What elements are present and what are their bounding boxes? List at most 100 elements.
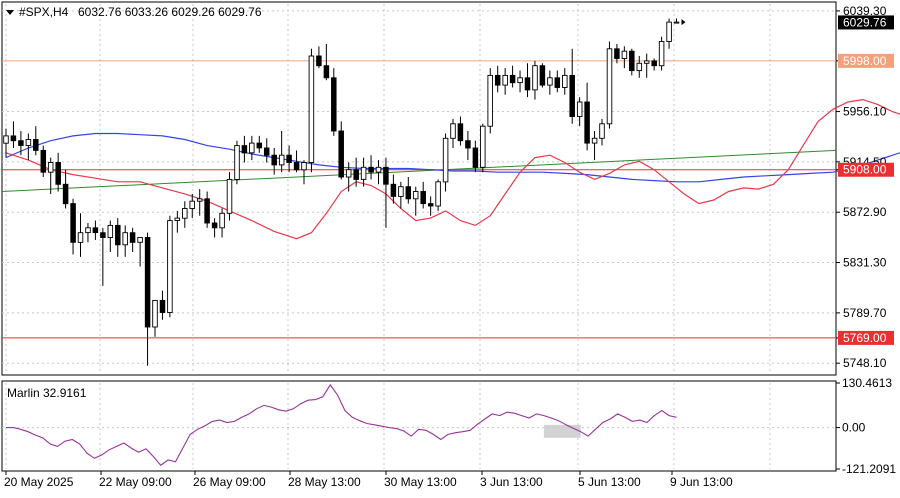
- candle-bull: [658, 41, 665, 67]
- candle-bear: [331, 77, 337, 132]
- x-tick-label: 30 May 13:00: [384, 475, 457, 489]
- x-tick-label: 9 Jun 13:00: [670, 475, 733, 489]
- y-tick-label: 5831.30: [843, 256, 887, 270]
- marlin-y-tick-label: 130.4613: [842, 376, 892, 390]
- candle-bear: [338, 130, 344, 178]
- candle-bull: [301, 162, 307, 171]
- candle-bear: [629, 50, 635, 72]
- candle-bull: [234, 145, 240, 180]
- candle-bear: [554, 77, 561, 88]
- candle-bear: [70, 203, 76, 243]
- candle-bear: [614, 48, 620, 59]
- candle-bear: [465, 140, 471, 149]
- candle-bear: [457, 123, 464, 142]
- y-tick-label: 5872.90: [843, 205, 887, 219]
- x-tick-label: 28 May 13:00: [288, 475, 361, 489]
- candle-bear: [256, 142, 263, 149]
- candle-bull: [398, 186, 404, 197]
- candle-bull: [673, 21, 680, 24]
- y-tick-label: 5748.10: [843, 356, 887, 370]
- candle-bear: [651, 60, 657, 67]
- candle-bull: [152, 299, 158, 328]
- marlin-y-tick-label: 0.00: [842, 421, 866, 435]
- candle-bear: [204, 198, 210, 224]
- candle-bear: [159, 299, 166, 313]
- candle-bear: [494, 74, 501, 86]
- candle-bear: [316, 55, 322, 67]
- level-label: 5769.00: [843, 331, 887, 345]
- candle-bull: [3, 135, 9, 144]
- candle-bear: [405, 186, 412, 200]
- candle-bear: [33, 139, 39, 151]
- candle-bull: [435, 181, 441, 207]
- marlin-y-tick-label: -121.2091: [842, 462, 896, 476]
- candle-bull: [576, 101, 583, 117]
- candle-bear: [100, 232, 106, 238]
- candle-bull: [107, 224, 114, 238]
- candle-bear: [40, 149, 47, 173]
- candle-bull: [174, 217, 181, 221]
- y-tick-label: 5956.10: [843, 105, 887, 119]
- x-tick-label: 20 May 2025: [4, 475, 74, 489]
- candle-bull: [591, 137, 598, 144]
- candle-bull: [517, 77, 523, 84]
- candle-bull: [249, 142, 255, 154]
- marlin-shaded-region: [543, 424, 581, 438]
- candle-bull: [278, 154, 285, 166]
- candle-bear: [211, 222, 218, 229]
- candle-bull: [412, 191, 419, 200]
- candle-bull: [226, 178, 233, 214]
- candle-bull: [599, 123, 605, 139]
- candle-bull: [137, 237, 143, 243]
- candle-bull: [636, 62, 643, 72]
- x-tick-label: 22 May 09:00: [99, 475, 172, 489]
- candle-bull: [442, 137, 449, 183]
- candle-bear: [472, 147, 479, 168]
- candle-bull: [487, 74, 493, 127]
- candle-bear: [286, 154, 292, 163]
- candle-bull: [606, 48, 613, 125]
- candle-bull: [167, 220, 173, 313]
- candle-bull: [47, 162, 54, 173]
- candle-bear: [509, 74, 516, 84]
- candle-bull: [122, 232, 128, 246]
- candle-bear: [144, 237, 151, 328]
- candle-bull: [360, 166, 367, 180]
- candle-bull: [547, 77, 553, 86]
- candle-bull: [375, 166, 382, 173]
- candle-bear: [241, 145, 248, 154]
- candle-bull: [532, 65, 538, 91]
- chart-svg[interactable]: 6039.305998.005956.105914.505908.005872.…: [0, 0, 900, 493]
- current-price-label: 6029.76: [843, 15, 887, 29]
- y-tick-label: 5789.70: [843, 306, 887, 320]
- candle-bull: [182, 208, 188, 219]
- candle-bear: [92, 227, 99, 234]
- candle-bull: [25, 139, 32, 146]
- candle-bear: [524, 77, 531, 91]
- candle-bear: [383, 166, 389, 185]
- candle-bear: [390, 183, 397, 197]
- level-label: 5908.00: [843, 163, 887, 177]
- candle-bear: [62, 183, 69, 205]
- candle-bear: [539, 65, 546, 86]
- candle-bear: [271, 154, 277, 166]
- candle-bear: [18, 140, 24, 146]
- candle-bear: [569, 74, 575, 117]
- candle-bull: [219, 212, 225, 229]
- chart-window: 6039.30 5998.00 5956.10 5914.50 5908.00 5872.…: [0, 0, 900, 493]
- candle-bear: [55, 162, 61, 185]
- marlin-title: Marlin 32.9161: [7, 386, 87, 400]
- candle-bear: [115, 224, 121, 246]
- candle-bull: [308, 55, 315, 163]
- candle-bull: [345, 169, 352, 178]
- chart-background: [0, 0, 900, 493]
- level-label: 5998.00: [843, 54, 887, 68]
- candle-bull: [189, 200, 195, 209]
- candle-bull: [666, 21, 672, 42]
- candle-bear: [584, 101, 590, 144]
- candle-bull: [562, 74, 568, 88]
- candle-bull: [196, 198, 203, 202]
- x-tick-label: 26 May 09:00: [193, 475, 266, 489]
- candle-bear: [368, 166, 374, 173]
- candle-bull: [502, 74, 508, 86]
